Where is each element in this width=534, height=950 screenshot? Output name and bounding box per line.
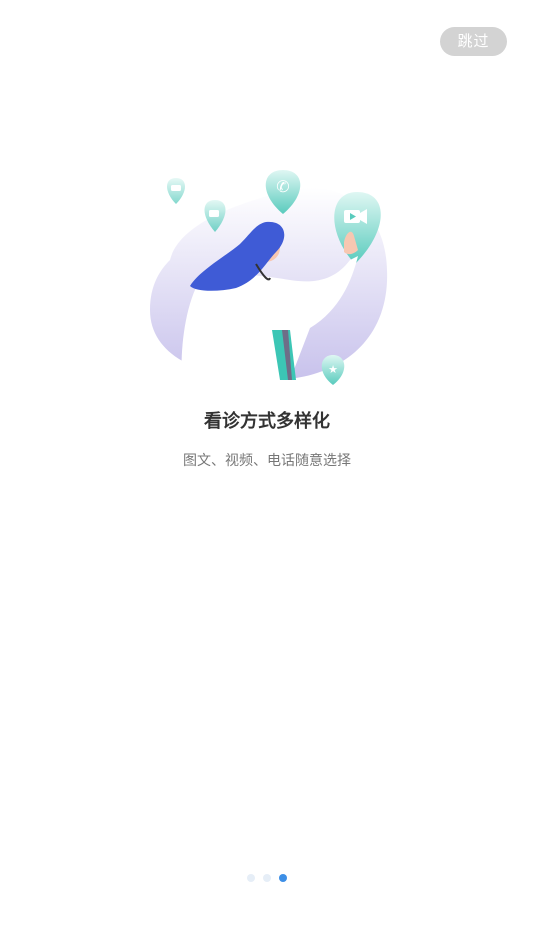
- page-dot-1: [247, 874, 255, 882]
- onboarding-subtitle: 图文、视频、电话随意选择: [183, 453, 351, 469]
- star-icon: ★: [321, 355, 345, 385]
- onboarding-illustration: ✆ ★: [140, 160, 400, 390]
- page-dot-2: [263, 874, 271, 882]
- onboarding-title: 看诊方式多样化: [204, 411, 330, 432]
- svg-text:✆: ✆: [276, 177, 289, 196]
- skip-button[interactable]: 跳过: [440, 27, 507, 56]
- chat-icon: [167, 178, 185, 204]
- page-indicator: [0, 874, 534, 884]
- svg-text:★: ★: [328, 363, 338, 376]
- page-dot-3-active: [279, 874, 287, 882]
